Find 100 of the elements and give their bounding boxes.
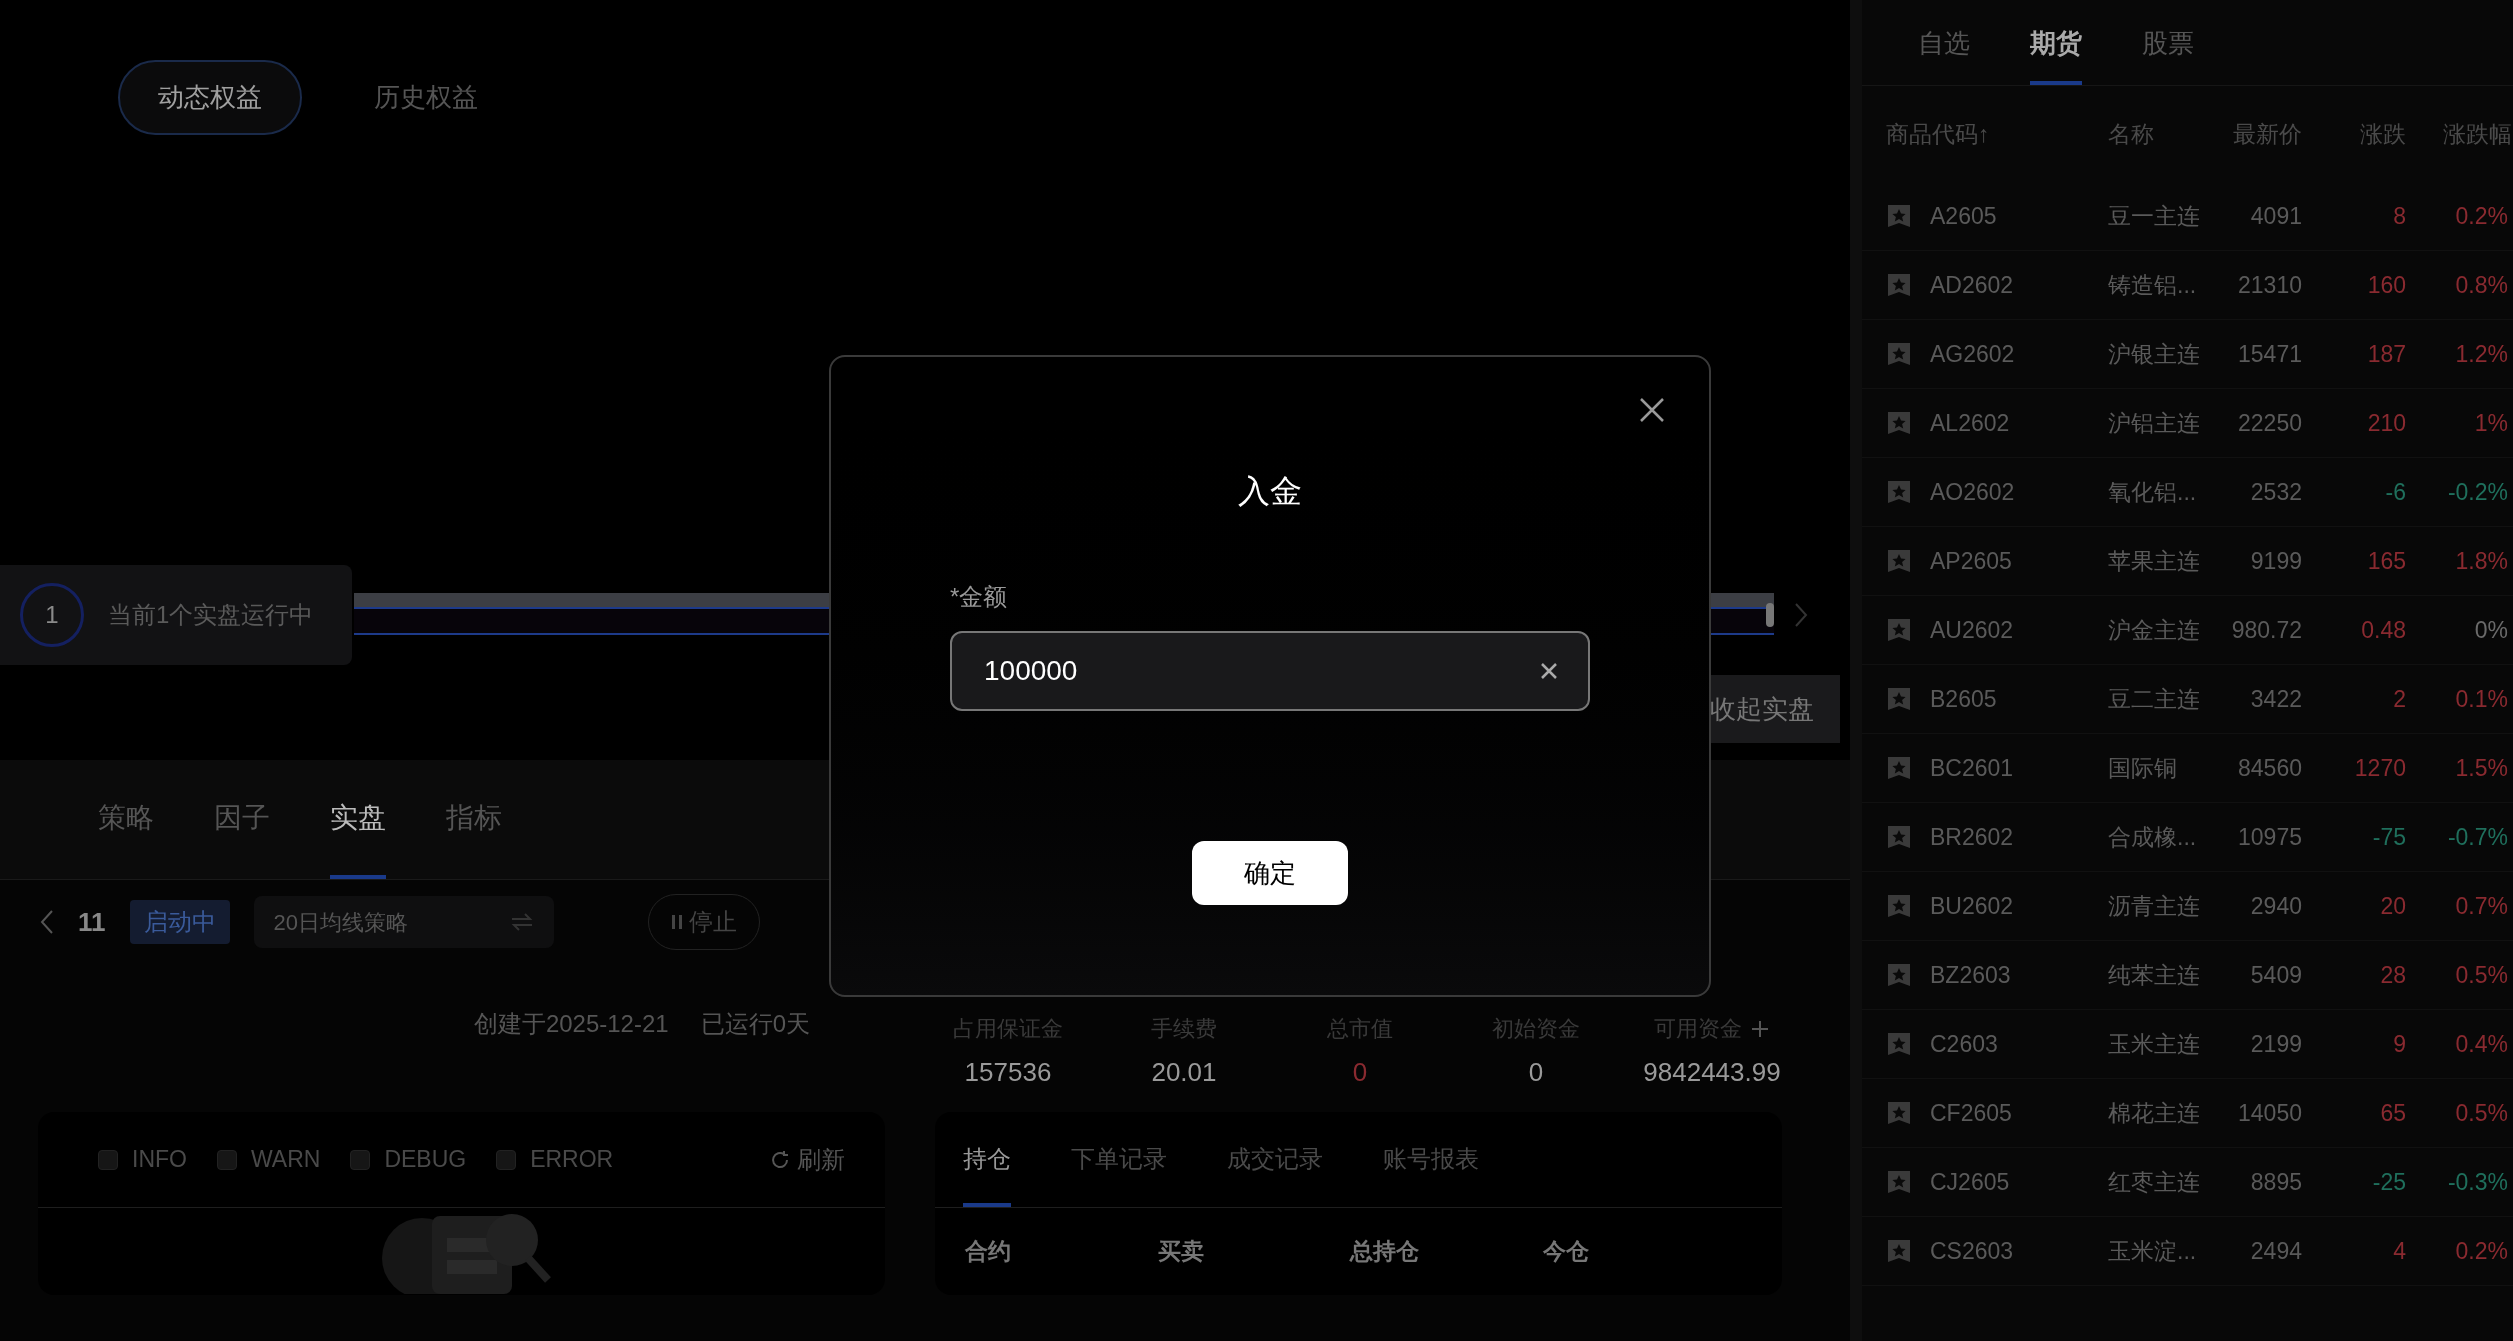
- latest-price: 21310: [2237, 270, 2302, 300]
- bookmark-star-icon[interactable]: [1886, 1100, 1912, 1126]
- column-header[interactable]: 涨跌幅: [2406, 116, 2512, 152]
- contract-code: CS2603: [1929, 1236, 2015, 1266]
- confirm-button[interactable]: 确定: [1192, 841, 1348, 905]
- column-header: 合约: [965, 1237, 1012, 1266]
- close-icon[interactable]: [1639, 397, 1665, 423]
- bookmark-star-icon[interactable]: [1886, 617, 1912, 643]
- stat-value: 0: [1528, 1056, 1544, 1089]
- price-change: 8: [2392, 201, 2406, 231]
- change-percent: 1.8%: [2454, 546, 2509, 576]
- stat-value: 0: [1352, 1056, 1368, 1089]
- market-tab[interactable]: 自选: [1918, 24, 1970, 85]
- latest-price: 5409: [2249, 960, 2302, 990]
- column-header[interactable]: 最新价: [2206, 116, 2302, 152]
- bookmark-star-icon[interactable]: [1886, 755, 1912, 781]
- bookmark-star-icon[interactable]: [1886, 410, 1912, 436]
- column-header: 总持仓: [1350, 1237, 1420, 1266]
- bookmark-star-icon[interactable]: [1886, 1169, 1912, 1195]
- level-checkbox[interactable]: [350, 1149, 371, 1170]
- contract-name: 沥青主连: [2107, 891, 2201, 921]
- column-header[interactable]: 涨跌: [2302, 116, 2406, 152]
- bookmark-star-icon[interactable]: [1886, 1238, 1912, 1264]
- column-header[interactable]: 商品代码↑: [1886, 116, 2096, 152]
- bookmark-star-icon[interactable]: [1886, 341, 1912, 367]
- strategy-select[interactable]: 20日均线策略: [253, 896, 554, 948]
- running-status-text: 当前1个实盘运行中: [108, 600, 314, 630]
- created-date: 创建于2025-12-21: [473, 1009, 669, 1039]
- contract-code: AD2602: [1929, 270, 2015, 300]
- contract-code: CF2605: [1929, 1098, 2013, 1128]
- price-change: 28: [2379, 960, 2406, 990]
- section-tab[interactable]: 策略: [98, 797, 154, 879]
- bookmark-star-icon[interactable]: [1886, 548, 1912, 574]
- contract-code: BZ2603: [1929, 960, 2012, 990]
- add-icon[interactable]: [1750, 1018, 1770, 1039]
- swap-icon[interactable]: [509, 912, 534, 932]
- dialog-title: 入金: [1238, 472, 1302, 511]
- bookmark-star-icon[interactable]: [1886, 824, 1912, 850]
- price-change: 9: [2392, 1029, 2406, 1059]
- latest-price: 2940: [2249, 891, 2302, 921]
- level-label: WARN: [250, 1145, 321, 1175]
- positions-tab[interactable]: 成交记录: [1227, 1141, 1323, 1207]
- chevron-right-icon[interactable]: [1794, 602, 1808, 628]
- column-header[interactable]: 名称: [2096, 116, 2206, 152]
- contract-name: 氧化铝...: [2107, 477, 2198, 507]
- contract-name: 国际铜: [2107, 753, 2178, 783]
- contract-code: BU2602: [1929, 891, 2015, 921]
- refresh-button[interactable]: 刷新: [769, 1141, 845, 1178]
- section-tab[interactable]: 指标: [446, 797, 502, 879]
- price-change: 187: [2366, 339, 2406, 369]
- price-change: 210: [2366, 408, 2406, 438]
- bookmark-star-icon[interactable]: [1886, 1031, 1912, 1057]
- chevron-left-icon[interactable]: [40, 909, 54, 935]
- bookmark-star-icon[interactable]: [1886, 893, 1912, 919]
- market-tab[interactable]: 期货: [2030, 24, 2082, 85]
- column-header: 今仓: [1542, 1237, 1590, 1266]
- bookmark-star-icon[interactable]: [1886, 272, 1912, 298]
- positions-tab[interactable]: 账号报表: [1383, 1141, 1479, 1207]
- amount-input-field[interactable]: 100000: [950, 631, 1590, 711]
- change-percent: -0.3%: [2446, 1167, 2509, 1197]
- positions-tab[interactable]: 下单记录: [1071, 1141, 1167, 1207]
- bookmark-star-icon[interactable]: [1886, 686, 1912, 712]
- running-count-badge: 1: [20, 583, 84, 647]
- contract-name: 铸造铝...: [2107, 270, 2198, 300]
- change-percent: 0%: [2473, 615, 2509, 645]
- contract-name: 合成橡...: [2107, 822, 2198, 852]
- running-days: 已运行0天: [700, 1006, 810, 1042]
- section-tab[interactable]: 实盘: [330, 797, 386, 879]
- clear-icon[interactable]: [1540, 662, 1558, 680]
- contract-code: AG2602: [1929, 339, 2016, 369]
- price-change: 4: [2392, 1236, 2406, 1266]
- range-handle[interactable]: [1766, 603, 1774, 627]
- price-change: 20: [2379, 891, 2406, 921]
- change-percent: 1.5%: [2454, 753, 2509, 783]
- level-checkbox[interactable]: [216, 1149, 237, 1170]
- price-change: 65: [2379, 1098, 2406, 1128]
- contract-code: AO2602: [1929, 477, 2016, 507]
- contract-name: 苹果主连: [2107, 546, 2201, 576]
- contract-code: B2605: [1929, 684, 1998, 714]
- bookmark-star-icon[interactable]: [1886, 962, 1912, 988]
- level-checkbox[interactable]: [98, 1149, 118, 1170]
- price-change: 2: [2392, 684, 2406, 714]
- section-tab[interactable]: 因子: [214, 797, 270, 879]
- positions-tab[interactable]: 持仓: [963, 1141, 1011, 1207]
- latest-price: 14050: [2237, 1098, 2302, 1128]
- chart-tab[interactable]: 历史权益: [336, 60, 516, 135]
- level-checkbox[interactable]: [496, 1149, 517, 1170]
- change-percent: 0.1%: [2454, 684, 2509, 714]
- contract-code: A2605: [1929, 201, 1998, 231]
- latest-price: 15471: [2237, 339, 2302, 369]
- latest-price: 8895: [2249, 1167, 2302, 1197]
- bookmark-star-icon[interactable]: [1886, 479, 1912, 505]
- price-change: -75: [2371, 822, 2406, 852]
- price-change: -25: [2371, 1167, 2406, 1197]
- latest-price: 3422: [2249, 684, 2302, 714]
- market-tab[interactable]: 股票: [2142, 24, 2194, 85]
- contract-code: AP2605: [1929, 546, 2013, 576]
- chart-tab[interactable]: 动态权益: [118, 60, 302, 135]
- stat-value: 9842443.99: [1643, 1056, 1781, 1089]
- bookmark-star-icon[interactable]: [1886, 203, 1912, 229]
